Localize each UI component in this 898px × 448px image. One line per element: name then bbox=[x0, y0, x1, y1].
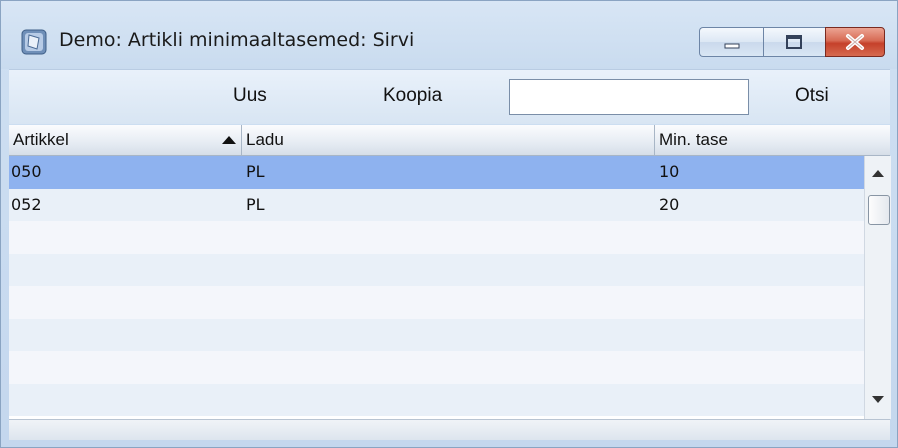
status-bar bbox=[9, 419, 890, 440]
cell-ladu: PL bbox=[246, 162, 265, 181]
empty-row bbox=[9, 221, 864, 254]
scroll-down-icon[interactable] bbox=[872, 396, 884, 403]
minimize-button[interactable] bbox=[699, 27, 763, 57]
scrollbar-thumb[interactable] bbox=[868, 195, 890, 225]
column-header-label: Artikkel bbox=[13, 130, 69, 149]
sort-ascending-icon bbox=[222, 136, 236, 144]
cell-min-tase: 10 bbox=[659, 162, 680, 181]
empty-row bbox=[9, 383, 864, 416]
column-header-min-tase[interactable]: Min. tase bbox=[655, 125, 890, 155]
maximize-icon bbox=[786, 35, 802, 49]
cell-artikkel: 050 bbox=[11, 162, 42, 181]
cell-ladu: PL bbox=[246, 194, 265, 214]
table-row[interactable]: 050 PL 10 bbox=[9, 156, 864, 189]
empty-row bbox=[9, 318, 864, 351]
maximize-button[interactable] bbox=[763, 27, 825, 57]
cell-min-tase: 20 bbox=[659, 194, 680, 214]
window-title: Demo: Artikli minimaaltasemed: Sirvi bbox=[59, 29, 415, 51]
table-body: 050 PL 10 052 PL 20 bbox=[9, 156, 864, 418]
empty-row bbox=[9, 253, 864, 286]
new-button[interactable]: Uus bbox=[233, 85, 267, 107]
search-button[interactable]: Otsi bbox=[795, 85, 829, 107]
close-button[interactable] bbox=[825, 27, 885, 57]
cell-artikkel: 052 bbox=[11, 194, 42, 214]
toolbar bbox=[9, 69, 890, 124]
table-header: Artikkel Ladu Min. tase bbox=[9, 125, 890, 156]
column-header-ladu[interactable]: Ladu bbox=[242, 125, 655, 155]
column-header-label: Ladu bbox=[246, 130, 284, 149]
app-icon bbox=[21, 29, 47, 55]
close-icon bbox=[846, 34, 864, 50]
vertical-scrollbar[interactable] bbox=[864, 156, 891, 419]
column-header-artikkel[interactable]: Artikkel bbox=[9, 125, 242, 155]
title-bar[interactable]: Demo: Artikli minimaaltasemed: Sirvi bbox=[1, 1, 897, 69]
empty-row bbox=[9, 286, 864, 319]
column-header-label: Min. tase bbox=[659, 130, 728, 149]
empty-row bbox=[9, 351, 864, 384]
scroll-up-icon[interactable] bbox=[872, 170, 884, 177]
table-row[interactable]: 052 PL 20 bbox=[9, 188, 864, 221]
minimize-icon bbox=[724, 43, 740, 49]
search-input[interactable] bbox=[509, 79, 749, 115]
browse-window: Demo: Artikli minimaaltasemed: Sirvi Uus… bbox=[0, 0, 898, 448]
copy-button[interactable]: Koopia bbox=[383, 85, 442, 107]
